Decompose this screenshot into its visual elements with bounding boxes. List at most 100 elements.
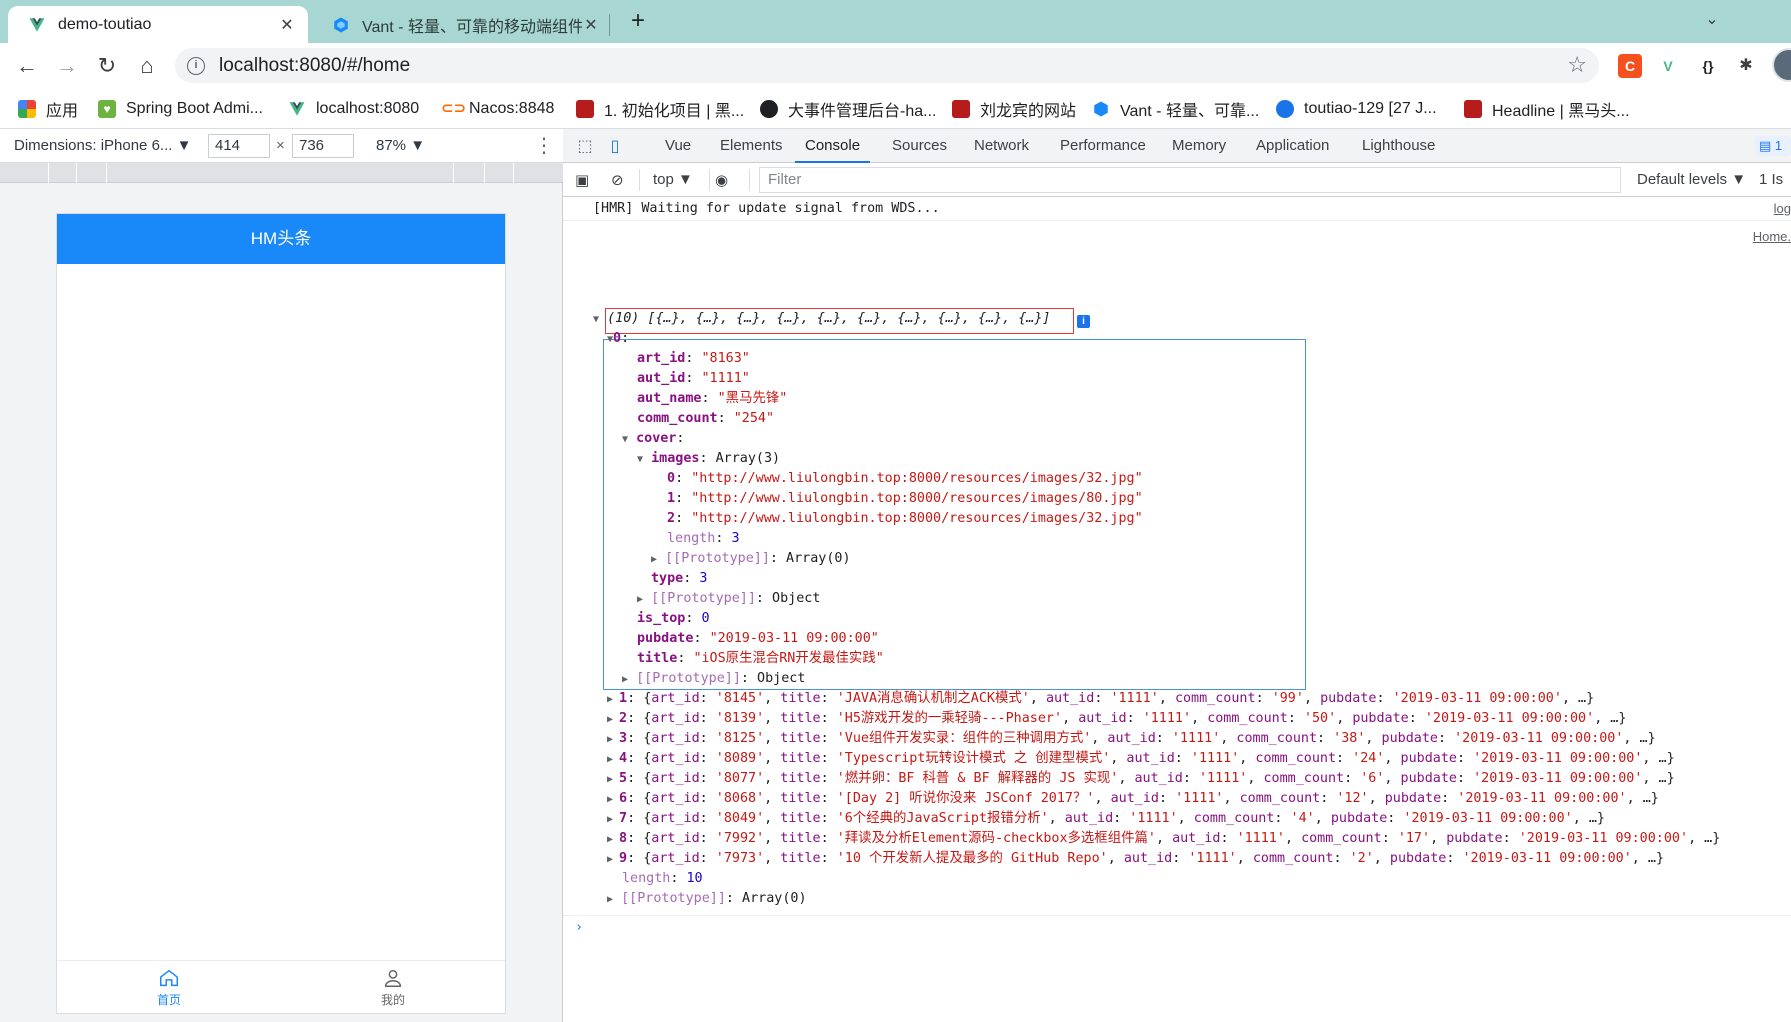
bookmark-nacos[interactable]: ⊂⊃ Nacos:8848	[441, 95, 554, 123]
array-summary[interactable]: ▼ (10) [{…}, {…}, {…}, {…}, {…}, {…}, {……	[593, 309, 1051, 329]
list-item[interactable]: ▶ 6: {art_id: '8068', title: '[Day 2] 听说…	[607, 789, 1659, 809]
issues-badge[interactable]: ▤ 1	[1755, 136, 1791, 156]
close-icon[interactable]: ✕	[582, 15, 600, 35]
media-query-ruler[interactable]	[0, 163, 563, 183]
context-select[interactable]: top ▼	[653, 171, 693, 188]
browser-toolbar: ← → ↻ ⌂ i localhost:8080/#/home ☆ C V {}…	[0, 43, 1791, 89]
punctuation: :	[1408, 711, 1425, 726]
list-item[interactable]: ▶ 4: {art_id: '8089', title: 'Typescript…	[607, 749, 1675, 769]
tabbar-item-mine[interactable]: 我的	[281, 961, 505, 1013]
url-text[interactable]: localhost:8080/#/home	[219, 55, 410, 77]
array-prototype[interactable]: ▶ [[Prototype]]: Array(0)	[607, 889, 807, 909]
punctuation: ,	[1303, 691, 1321, 706]
key: 6	[619, 791, 628, 806]
key: pubdate	[1400, 771, 1457, 786]
value: '99'	[1271, 691, 1304, 706]
images-prototype[interactable]: ▶ [[Prototype]]: Array(0)	[651, 549, 851, 569]
browser-tab[interactable]: Vant - 轻量、可靠的移动端组件库 ✕	[312, 6, 612, 43]
value: 'Typescript玩转设计模式 之 创建型模式'	[836, 751, 1111, 766]
bookmark-liulongbin[interactable]: 刘龙宾的网站	[952, 95, 1076, 123]
value: '38'	[1333, 731, 1366, 746]
more-options-icon[interactable]: ⋮	[534, 133, 554, 158]
console-filter-input[interactable]: Filter	[759, 167, 1621, 193]
bookmark-label: 刘龙宾的网站	[980, 103, 1077, 120]
zoom-select[interactable]: 87% ▼	[376, 137, 425, 154]
json-braces-icon[interactable]: {}	[1696, 54, 1720, 78]
list-item[interactable]: ▶ 7: {art_id: '8049', title: '6个经典的JavaS…	[607, 809, 1605, 829]
forward-arrow-icon[interactable]: →	[51, 50, 83, 82]
bookmark-big-event[interactable]: 大事件管理后台-ha...	[760, 95, 936, 123]
tab-console[interactable]: Console	[795, 129, 871, 163]
extension-c-icon[interactable]: C	[1618, 54, 1642, 78]
cover-prototype[interactable]: ▶ [[Prototype]]: Object	[637, 589, 820, 609]
prop-comm-count: comm_count: "254"	[637, 411, 775, 426]
bookmark-headline[interactable]: Headline | 黑马头...	[1464, 95, 1630, 123]
tab-performance[interactable]: Performance	[1060, 129, 1146, 163]
close-icon[interactable]: ✕	[278, 15, 296, 35]
value: '1111'	[1175, 791, 1224, 806]
prop-images[interactable]: ▼ images: Array(3)	[637, 449, 780, 469]
heima-icon	[576, 100, 594, 118]
tab-memory[interactable]: Memory	[1172, 129, 1226, 163]
chevron-down-icon[interactable]: ⌄	[1700, 9, 1724, 33]
list-item[interactable]: ▶ 9: {art_id: '7973', title: '10 个开发新人提及…	[607, 849, 1664, 869]
prop-cover[interactable]: ▼ cover:	[622, 429, 684, 449]
list-item[interactable]: ▶ 1: {art_id: '8145', title: 'JAVA消息确认机制…	[607, 689, 1594, 709]
issues-counter[interactable]: 1 Is	[1759, 171, 1783, 188]
list-item[interactable]: ▶ 8: {art_id: '7992', title: '拜读及分析Eleme…	[607, 829, 1720, 849]
bookmark-spring-boot[interactable]: ♥ Spring Boot Admi...	[98, 95, 263, 123]
list-item[interactable]: ▶ 5: {art_id: '8077', title: '燃并卵：BF 科普 …	[607, 769, 1675, 789]
address-bar[interactable]: i localhost:8080/#/home ☆	[175, 48, 1599, 83]
eye-icon[interactable]: ◉	[715, 171, 728, 189]
device-width-input[interactable]: 414	[208, 134, 270, 158]
source-link[interactable]: log	[1774, 201, 1791, 216]
tab-network[interactable]: Network	[974, 129, 1029, 163]
log-levels-select[interactable]: Default levels ▼	[1637, 171, 1746, 188]
clear-console-icon[interactable]: ⊘	[611, 171, 624, 189]
item-0[interactable]: ▼0:	[607, 329, 629, 349]
reload-icon[interactable]: ↻	[91, 50, 123, 82]
tabbar-item-home[interactable]: 首页	[57, 961, 281, 1013]
tab-vue[interactable]: Vue	[665, 129, 691, 163]
key: comm_count	[1239, 791, 1321, 806]
bookmark-toutiao[interactable]: toutiao-129 [27 J...	[1276, 95, 1437, 123]
home-icon	[160, 969, 178, 987]
bookmark-apps[interactable]: 应用	[18, 95, 78, 123]
device-toggle-icon[interactable]: ▯	[605, 136, 625, 156]
tab-lighthouse[interactable]: Lighthouse	[1362, 129, 1435, 163]
tab-elements[interactable]: Elements	[720, 129, 783, 163]
bookmark-vant[interactable]: Vant - 轻量、可靠...	[1092, 95, 1259, 123]
punctuation: :	[699, 771, 716, 786]
key: 9	[619, 851, 628, 866]
new-tab-button[interactable]: +	[624, 8, 652, 36]
levels-value: Default levels	[1637, 171, 1728, 188]
vue-devtools-icon[interactable]: V	[1656, 54, 1680, 78]
punctuation: ,	[1284, 831, 1302, 846]
avatar[interactable]	[1772, 48, 1791, 82]
puzzle-extensions-icon[interactable]: ✱	[1734, 54, 1758, 78]
bookmark-localhost[interactable]: localhost:8080	[288, 95, 419, 123]
home-icon[interactable]: ⌂	[131, 50, 163, 82]
tab-application[interactable]: Application	[1256, 129, 1329, 163]
bookmark-star-icon[interactable]: ☆	[1567, 52, 1587, 78]
inspect-element-icon[interactable]: ⬚	[575, 136, 595, 156]
site-info-icon[interactable]: i	[187, 56, 205, 75]
back-arrow-icon[interactable]: ←	[11, 50, 43, 82]
sidebar-toggle-icon[interactable]: ▣	[575, 171, 589, 189]
browser-tab-active[interactable]: demo-toutiao ✕	[8, 6, 308, 43]
info-icon[interactable]: i	[1077, 315, 1090, 328]
punctuation: :	[699, 791, 716, 806]
item0-prototype[interactable]: ▶ [[Prototype]]: Object	[622, 669, 805, 689]
value: '2019-03-11 09:00:00'	[1424, 711, 1595, 726]
bookmark-init-project[interactable]: 1. 初始化项目 | 黑...	[576, 95, 744, 123]
device-height-input[interactable]: 736	[292, 134, 354, 158]
console-prompt[interactable]: ›	[563, 915, 1791, 939]
punctuation: ,	[1223, 791, 1240, 806]
device-select[interactable]: Dimensions: iPhone 6... ▼	[14, 137, 191, 154]
punctuation: :	[1172, 851, 1189, 866]
punctuation: ,	[764, 771, 781, 786]
list-item[interactable]: ▶ 2: {art_id: '8139', title: 'H5游戏开发的一乘轻…	[607, 709, 1626, 729]
list-item[interactable]: ▶ 3: {art_id: '8125', title: 'Vue组件开发实录：…	[607, 729, 1656, 749]
tab-sources[interactable]: Sources	[892, 129, 947, 163]
source-link[interactable]: Home.	[1753, 229, 1791, 244]
